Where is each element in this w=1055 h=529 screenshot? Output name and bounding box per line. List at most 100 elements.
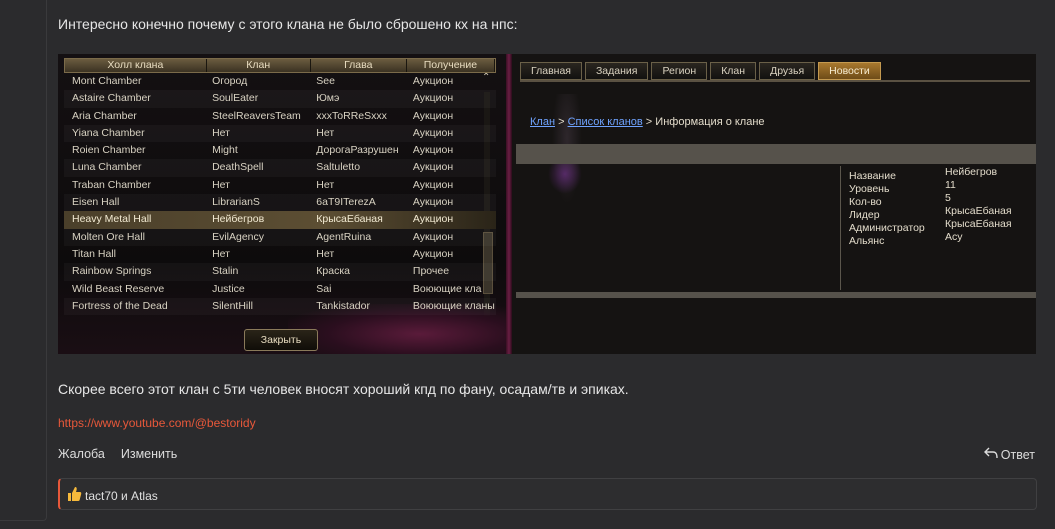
table-row[interactable]: Traban Chamber Нет Нет Аукцион	[64, 177, 496, 194]
table-cell: xxxToRReSxxx	[316, 109, 387, 122]
table-row[interactable]: Fortress of the Dead SilentHill Tankistado…	[64, 298, 496, 315]
tab-quests[interactable]: Задания	[584, 62, 649, 80]
table-cell: Аукцион	[412, 178, 454, 191]
clan-info-key: Кол-во	[849, 196, 882, 208]
tabs-divider	[520, 80, 1030, 82]
clan-info-row: Альянс Асу	[849, 231, 1012, 248]
table-cell: Аукцион	[412, 213, 454, 226]
tab-news[interactable]: Новости	[818, 62, 881, 80]
table-row[interactable]: Molten Ore Hall EvilAgency AgentRuina Аукци…	[64, 229, 496, 246]
close-button[interactable]: Закрыть	[244, 329, 318, 351]
table-cell: Нет	[212, 178, 230, 191]
table-cell: Traban Chamber	[72, 178, 151, 191]
clan-hall-window: Холл клана Клан Глава Получение Mont Cha…	[58, 54, 508, 354]
edit-button[interactable]: Изменить	[121, 447, 177, 461]
clan-info-key: Уровень	[849, 183, 890, 195]
table-cell: Краска	[316, 265, 350, 278]
col-header-acquisition[interactable]: Получение	[407, 59, 495, 72]
table-cell: EvilAgency	[212, 230, 265, 243]
table-cell: Аукцион	[412, 126, 454, 139]
tab-friends[interactable]: Друзья	[759, 62, 816, 80]
table-row[interactable]: Astaire Chamber SoulEater Юмэ Аукцион	[64, 90, 496, 107]
table-cell: Tankistador	[316, 299, 370, 312]
clan-info-list: Название Нейбегров Уровень 11 Кол-во 5 Лидер Кр…	[849, 166, 1012, 248]
table-cell: Rainbow Springs	[72, 265, 152, 278]
breadcrumb-link-clan-list[interactable]: Список кланов	[568, 116, 643, 128]
info-divider	[840, 166, 841, 290]
col-header-leader[interactable]: Глава	[311, 59, 407, 72]
table-cell: Might	[212, 144, 238, 157]
reactions-text[interactable]: tact70 и Atlas	[85, 489, 158, 503]
table-row[interactable]: Roien Chamber Might ДорогаРазрушен Аукцион	[64, 142, 496, 159]
table-cell: LibrarianS	[212, 196, 260, 209]
col-header-hall[interactable]: Холл клана	[65, 59, 207, 72]
clan-hall-table-header: Холл клана Клан Глава Получение	[64, 58, 496, 73]
table-row[interactable]: Wild Beast Reserve Justice Sai Воюющие кла	[64, 281, 496, 298]
table-cell: Saltuletto	[316, 161, 361, 174]
table-cell: Roien Chamber	[72, 144, 146, 157]
clan-info-row: Название Нейбегров	[849, 166, 1012, 183]
clan-info-window: Главная Задания Регион Клан Друзья Новос…	[512, 54, 1036, 354]
header-bar	[516, 144, 1036, 164]
col-header-clan[interactable]: Клан	[207, 59, 311, 72]
table-cell: Luna Chamber	[72, 161, 142, 174]
clan-hall-rows: Mont Chamber Огород See Аукцион Astaire Cham…	[64, 73, 496, 315]
reply-button[interactable]: Ответ	[983, 447, 1035, 462]
table-cell: SteelReaversTeam	[212, 109, 301, 122]
tab-main[interactable]: Главная	[520, 62, 582, 80]
table-cell: Воюющие кланы	[412, 299, 495, 312]
clan-info-value: 5	[945, 192, 951, 204]
breadcrumb-separator: >	[642, 116, 656, 128]
post-screenshot[interactable]: Холл клана Клан Глава Получение Mont Cha…	[58, 54, 1036, 354]
table-cell: Огород	[212, 75, 248, 87]
table-cell: Stalin	[212, 265, 239, 278]
table-cell: Astaire Chamber	[72, 92, 151, 105]
table-cell: Heavy Metal Hall	[72, 213, 152, 226]
table-cell: AgentRuina	[316, 230, 372, 243]
table-cell: DeathSpell	[212, 161, 264, 174]
reply-icon	[983, 447, 998, 462]
table-row[interactable]: Titan Hall Нет Нет Аукцион	[64, 246, 496, 263]
table-row[interactable]: Heavy Metal Hall Нейбегров КрысаЕбаная Аукц…	[64, 211, 496, 229]
reactions-bar[interactable]: tact70 и Atlas	[58, 478, 1037, 510]
table-cell: SilentHill	[212, 299, 253, 312]
tab-region[interactable]: Регион	[651, 62, 708, 80]
breadcrumb-separator: >	[555, 116, 568, 128]
breadcrumb-current: Информация о клане	[655, 116, 765, 128]
footer-bar	[516, 292, 1036, 298]
breadcrumb: Клан > Список кланов > Информация о клан…	[530, 116, 765, 128]
table-cell: Юмэ	[316, 92, 340, 105]
table-cell: See	[316, 75, 335, 87]
breadcrumb-link-clan[interactable]: Клан	[530, 116, 555, 128]
table-row[interactable]: Luna Chamber DeathSpell Saltuletto Аукцион	[64, 159, 496, 176]
clan-info-value: КрысаЕбаная	[945, 218, 1012, 230]
table-row[interactable]: Mont Chamber Огород See Аукцион	[64, 73, 496, 90]
post-actions: Жалоба Изменить	[58, 447, 177, 461]
thumbs-up-icon	[66, 486, 82, 505]
tab-clan[interactable]: Клан	[710, 62, 757, 80]
post-text-bottom: Скорее всего этот клан с 5ти человек вно…	[58, 381, 629, 397]
clan-hall-table: Холл клана Клан Глава Получение Mont Cha…	[64, 58, 496, 315]
clan-info-key: Администратор	[849, 222, 925, 234]
table-cell: Fortress of the Dead	[72, 299, 168, 312]
table-row[interactable]: Eisen Hall LibrarianS 6aT9ITerezA Аукцион	[64, 194, 496, 211]
table-cell: Аукцион	[412, 196, 454, 209]
table-cell: Аукцион	[412, 247, 454, 260]
table-cell: Аукцион	[412, 144, 454, 157]
table-cell: Aria Chamber	[72, 109, 137, 122]
table-cell: Аукцион	[412, 230, 454, 243]
report-button[interactable]: Жалоба	[58, 447, 105, 461]
table-cell: Аукцион	[412, 75, 454, 87]
table-cell: Нейбегров	[212, 213, 265, 226]
table-row[interactable]: Yiana Chamber Нет Нет Аукцион	[64, 125, 496, 142]
signature-link[interactable]: https://www.youtube.com/@bestoridy	[58, 416, 256, 430]
table-row[interactable]: Rainbow Springs Stalin Краска Прочее	[64, 263, 496, 280]
table-cell: ДорогаРазрушен	[316, 144, 399, 157]
table-cell: SoulEater	[212, 92, 259, 105]
clan-info-value: 11	[945, 179, 956, 191]
table-row[interactable]: Aria Chamber SteelReaversTeam xxxToRReSxxx…	[64, 108, 496, 125]
clan-info-key: Альянс	[849, 235, 885, 247]
table-cell: Аукцион	[412, 92, 454, 105]
table-cell: Нет	[316, 126, 335, 139]
table-cell: Molten Ore Hall	[72, 230, 145, 243]
